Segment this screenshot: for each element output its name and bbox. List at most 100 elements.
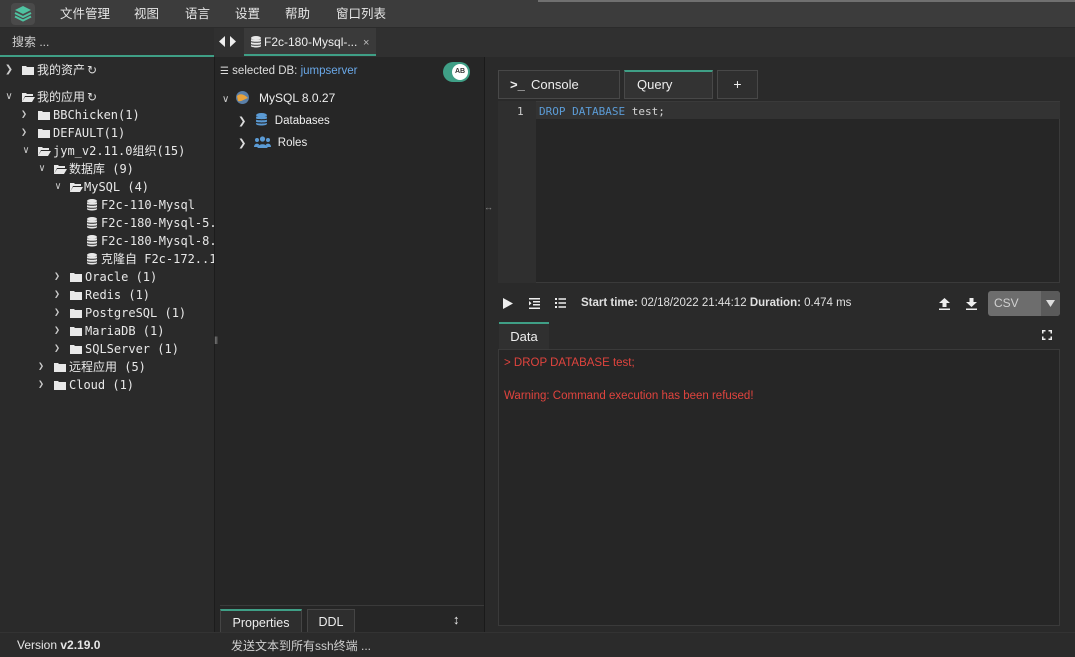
sql-code-line[interactable]: DROP DATABASE test; — [539, 105, 665, 118]
tree-label: F2c-110-Mysql — [101, 198, 195, 212]
tree-node-bbchicken[interactable]: ❯ BBChicken(1) — [0, 106, 214, 124]
tab-properties[interactable]: Properties — [220, 609, 302, 634]
splitter-handle[interactable]: ↔ — [484, 202, 493, 212]
tree-label: MariaDB (1) — [85, 324, 165, 338]
app-logo-icon — [11, 3, 35, 25]
tree-node-jym-org[interactable]: ∨ jym_v2.11.0组织(15) — [0, 142, 214, 160]
selected-db: ☰ selected DB: jumpserver — [220, 65, 357, 77]
tree-node-default[interactable]: ❯ DEFAULT(1) — [0, 124, 214, 142]
tree-node-cloud[interactable]: ❯ Cloud (1) — [0, 376, 214, 394]
selected-db-label: selected DB: — [232, 65, 298, 77]
chevron-down-icon[interactable]: ∨ — [37, 160, 47, 178]
tree-node-mariadb[interactable]: ❯ MariaDB (1) — [0, 322, 214, 340]
tab-data[interactable]: Data — [499, 322, 549, 350]
fullscreen-icon[interactable] — [1042, 330, 1052, 340]
chevron-right-icon[interactable]: ❯ — [19, 124, 29, 142]
tree-label: DEFAULT(1) — [53, 126, 126, 140]
chevron-right-icon[interactable]: ❯ — [52, 340, 62, 358]
add-tab-button[interactable]: + — [717, 70, 758, 99]
sql-editor[interactable] — [498, 101, 1060, 283]
query-stats: Start time: 02/18/2022 21:44:12 Duration… — [581, 297, 851, 309]
chevron-right-icon[interactable]: ❯ — [52, 286, 62, 304]
chevron-right-icon[interactable]: ❯ — [19, 106, 29, 124]
broadcast-input[interactable]: 发送文本到所有ssh终端 ... — [231, 637, 371, 654]
upload-icon[interactable] — [939, 298, 950, 310]
menu-file-manager[interactable]: 文件管理 — [60, 0, 110, 28]
toggle-knob: AB — [452, 64, 468, 80]
tree-label: 我的资产 — [37, 63, 86, 77]
server-node[interactable]: ∨ MySQL 8.0.27 — [222, 87, 335, 105]
download-icon[interactable] — [966, 298, 977, 310]
tree-node-db-item[interactable]: 克隆自 F2c-172..1 — [0, 250, 214, 268]
chevron-right-icon[interactable]: ❯ — [36, 376, 46, 394]
chevron-down-icon[interactable] — [1041, 291, 1060, 316]
splitter-handle[interactable]: ‖ — [214, 336, 218, 347]
tree-label: 克隆自 F2c-172..1 — [101, 252, 214, 266]
tree-node-postgresql[interactable]: ❯ PostgreSQL (1) — [0, 304, 214, 322]
database-icon — [251, 36, 261, 48]
tree-label: Cloud (1) — [69, 378, 135, 392]
refresh-icon[interactable]: ↻ — [87, 88, 97, 106]
server-label: MySQL 8.0.27 — [259, 91, 336, 105]
tree-node-sqlserver[interactable]: ❯ SQLServer (1) — [0, 340, 214, 358]
tree-label: jym_v2.11.0组织(15) — [53, 144, 186, 158]
menu-settings[interactable]: 设置 — [235, 0, 260, 28]
tree-node-oracle[interactable]: ❯ Oracle (1) — [0, 268, 214, 286]
tree-node-db-item[interactable]: F2c-180-Mysql-5. — [0, 214, 214, 232]
chevron-down-icon[interactable]: ∨ — [21, 142, 31, 160]
tree-node-databases[interactable]: ∨ 数据库 (9) — [0, 160, 214, 178]
version-value: v2.19.0 — [60, 638, 101, 652]
tree-node-db-item[interactable]: F2c-110-Mysql — [0, 196, 214, 214]
databases-node[interactable]: ❯ Databases — [238, 111, 330, 127]
sql-keyword: DROP DATABASE — [539, 105, 626, 118]
tab-f2c-180-mysql[interactable]: F2c-180-Mysql-... × — [244, 28, 376, 56]
tab-query[interactable]: Query — [624, 70, 713, 99]
chevron-right-icon[interactable]: ❯ — [238, 116, 246, 127]
tree-label: 远程应用 (5) — [69, 360, 146, 374]
tree-node-remote-apps[interactable]: ❯ 远程应用 (5) — [0, 358, 214, 376]
database-icon — [87, 253, 97, 265]
selected-db-value[interactable]: jumpserver — [301, 65, 358, 77]
toggle-switch[interactable]: AB — [443, 62, 470, 82]
resize-vertical-icon[interactable]: ↕ — [453, 612, 460, 627]
tab-console[interactable]: >_ Console — [498, 70, 620, 99]
tree-node-db-item[interactable]: F2c-180-Mysql-8. — [0, 232, 214, 250]
nav-right-icon[interactable] — [230, 36, 236, 47]
query-toolbar: Start time: 02/18/2022 21:44:12 Duration… — [498, 290, 1060, 318]
list-icon[interactable] — [555, 298, 566, 308]
tree-label: SQLServer (1) — [85, 342, 179, 356]
menu-language[interactable]: 语言 — [185, 0, 210, 28]
chevron-down-icon[interactable]: ∨ — [222, 94, 229, 105]
nav-left-icon[interactable] — [219, 36, 225, 47]
tree-node-my-apps[interactable]: ∨ 我的应用 ↻ — [0, 88, 214, 106]
menu-view[interactable]: 视图 — [134, 0, 159, 28]
search-input[interactable] — [0, 28, 214, 55]
play-icon[interactable] — [503, 298, 513, 309]
roles-label: Roles — [277, 137, 308, 149]
chevron-right-icon[interactable]: ❯ — [52, 268, 62, 286]
tab-ddl[interactable]: DDL — [307, 609, 355, 634]
close-icon[interactable]: × — [363, 29, 369, 57]
chevron-right-icon[interactable]: ❯ — [52, 304, 62, 322]
menu-help[interactable]: 帮助 — [285, 0, 310, 28]
chevron-right-icon[interactable]: ❯ — [4, 61, 14, 79]
tree-node-redis[interactable]: ❯ Redis (1) — [0, 286, 214, 304]
chevron-right-icon[interactable]: ❯ — [238, 138, 246, 149]
format-indent-icon[interactable] — [529, 298, 540, 309]
roles-node[interactable]: ❯ Roles — [238, 134, 307, 149]
version-label: Version — [17, 638, 58, 652]
tab-label: Console — [531, 77, 579, 92]
chevron-down-icon[interactable]: ∨ — [4, 88, 14, 106]
folder-icon — [38, 111, 50, 120]
refresh-icon[interactable]: ↻ — [87, 61, 97, 79]
folder-open-icon — [70, 183, 83, 192]
menu-window-list[interactable]: 窗口列表 — [336, 0, 386, 28]
chevron-right-icon[interactable]: ❯ — [36, 358, 46, 376]
database-icon — [87, 235, 97, 247]
folder-open-icon — [38, 147, 51, 156]
tree-node-my-assets[interactable]: ❯ 我的资产 ↻ — [0, 61, 214, 79]
chevron-down-icon[interactable]: ∨ — [53, 178, 63, 196]
chevron-right-icon[interactable]: ❯ — [52, 322, 62, 340]
tree-label: PostgreSQL (1) — [85, 306, 187, 320]
tree-node-mysql[interactable]: ∨ MySQL (4) — [0, 178, 214, 196]
